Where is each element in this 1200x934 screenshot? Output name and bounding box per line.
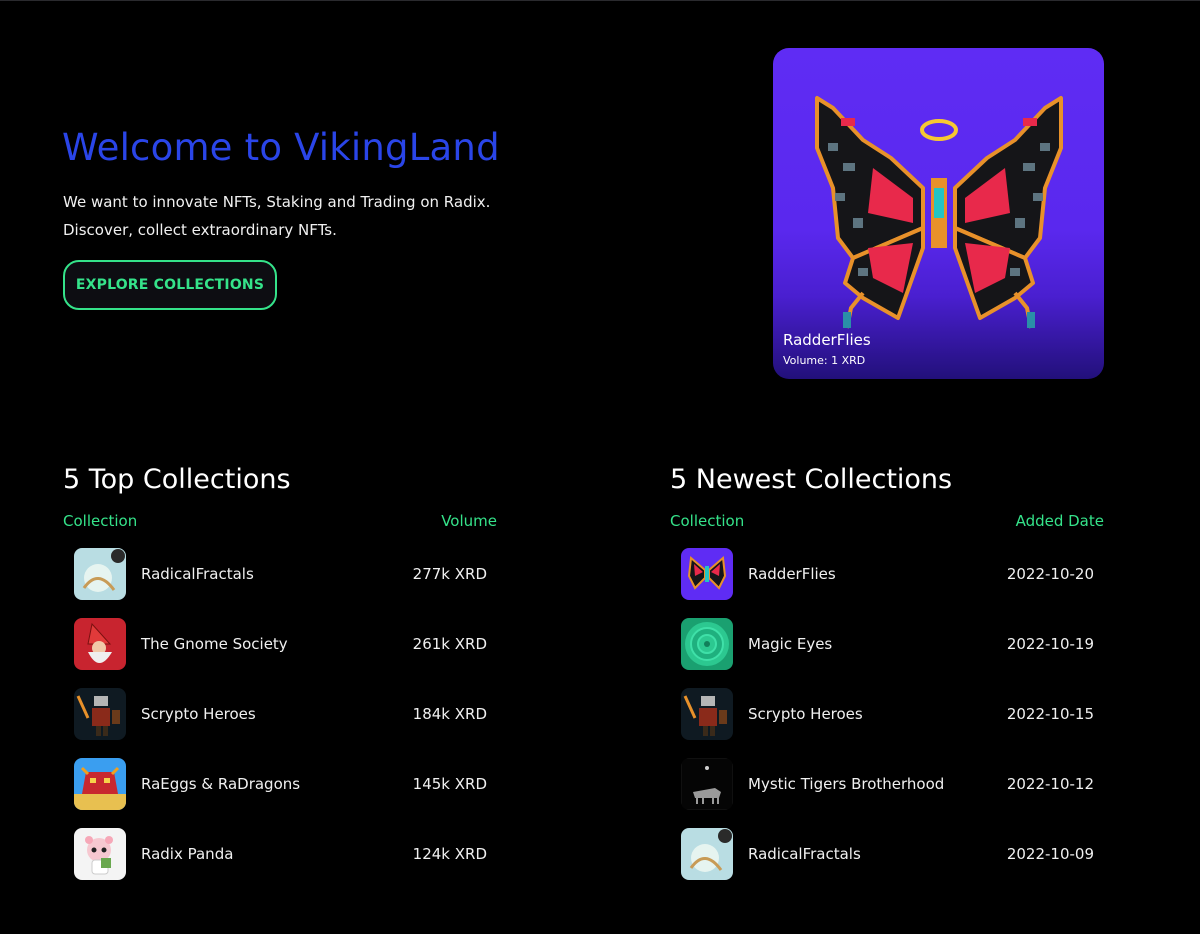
collection-name: Scrypto Heroes bbox=[141, 705, 256, 723]
featured-collection-card[interactable]: RadderFlies Volume: 1 XRD bbox=[773, 48, 1104, 379]
featured-collection-name: RadderFlies bbox=[783, 331, 871, 349]
top-collections-list: RadicalFractals 277k XRD The Gnome Socie… bbox=[63, 548, 497, 898]
featured-collection-volume: Volume: 1 XRD bbox=[783, 354, 866, 367]
magic-eye-thumbnail-icon bbox=[681, 618, 733, 670]
collection-added-date: 2022-10-15 bbox=[1006, 705, 1094, 723]
top-collection-row[interactable]: Radix Panda 124k XRD bbox=[63, 828, 497, 898]
newest-collection-row[interactable]: RadderFlies 2022-10-20 bbox=[670, 548, 1104, 618]
collection-name: Radix Panda bbox=[141, 845, 234, 863]
newest-header-added-date: Added Date bbox=[1015, 512, 1104, 530]
collection-name: Mystic Tigers Brotherhood bbox=[748, 775, 945, 793]
top-collection-row[interactable]: The Gnome Society 261k XRD bbox=[63, 618, 497, 688]
gnome-thumbnail-icon bbox=[74, 618, 126, 670]
viking-hero-thumbnail-icon bbox=[74, 688, 126, 740]
collection-name: RadderFlies bbox=[748, 565, 836, 583]
newest-collections-section: 5 Newest Collections Collection Added Da… bbox=[670, 462, 1104, 880]
top-collection-row[interactable]: RadicalFractals 277k XRD bbox=[63, 548, 497, 618]
panda-thumbnail-icon bbox=[74, 828, 126, 880]
newest-collections-title: 5 Newest Collections bbox=[670, 464, 953, 495]
hero-description: We want to innovate NFTs, Staking and Tr… bbox=[63, 188, 490, 244]
top-collections-title: 5 Top Collections bbox=[63, 464, 291, 495]
explore-collections-button[interactable]: EXPLORE COLLECTIONS bbox=[63, 260, 277, 310]
butterfly-thumbnail-icon bbox=[681, 548, 733, 600]
top-collections-section: 5 Top Collections Collection Volume Radi… bbox=[63, 462, 497, 880]
collection-name: RaEggs & RaDragons bbox=[141, 775, 301, 793]
collection-volume: 124k XRD bbox=[412, 845, 487, 863]
top-border bbox=[0, 0, 1200, 1]
newest-collection-row[interactable]: Magic Eyes 2022-10-19 bbox=[670, 618, 1104, 688]
viking-hero-thumbnail-icon bbox=[681, 688, 733, 740]
collection-added-date: 2022-10-19 bbox=[1006, 635, 1094, 653]
newest-collections-list: RadderFlies 2022-10-20 Magic Eyes 2022-1… bbox=[670, 548, 1104, 898]
collection-volume: 261k XRD bbox=[412, 635, 487, 653]
pixel-butterfly-icon bbox=[815, 96, 1063, 329]
newest-collection-row[interactable]: Scrypto Heroes 2022-10-15 bbox=[670, 688, 1104, 758]
hero-line-1: We want to innovate NFTs, Staking and Tr… bbox=[63, 193, 491, 211]
newest-collection-row[interactable]: RadicalFractals 2022-10-09 bbox=[670, 828, 1104, 898]
collection-volume: 277k XRD bbox=[412, 565, 487, 583]
collection-name: RadicalFractals bbox=[748, 845, 861, 863]
collection-volume: 145k XRD bbox=[412, 775, 487, 793]
collection-volume: 184k XRD bbox=[412, 705, 487, 723]
collection-name: Scrypto Heroes bbox=[748, 705, 863, 723]
fractal-thumbnail-icon bbox=[74, 548, 126, 600]
newest-collection-row[interactable]: Mystic Tigers Brotherhood 2022-10-12 bbox=[670, 758, 1104, 828]
hero-line-2: Discover, collect extraordinary NFTs. bbox=[63, 221, 337, 239]
collection-name: Magic Eyes bbox=[748, 635, 833, 653]
top-header-volume: Volume bbox=[441, 512, 497, 530]
collection-name: The Gnome Society bbox=[141, 635, 288, 653]
fractal-thumbnail-icon bbox=[681, 828, 733, 880]
dragon-thumbnail-icon bbox=[74, 758, 126, 810]
collection-added-date: 2022-10-12 bbox=[1006, 775, 1094, 793]
collection-added-date: 2022-10-09 bbox=[1006, 845, 1094, 863]
tiger-thumbnail-icon bbox=[681, 758, 733, 810]
hero-title: Welcome to VikingLand bbox=[62, 126, 500, 169]
top-header-collection: Collection bbox=[63, 512, 138, 530]
newest-header-collection: Collection bbox=[670, 512, 745, 530]
collection-name: RadicalFractals bbox=[141, 565, 254, 583]
collection-added-date: 2022-10-20 bbox=[1006, 565, 1094, 583]
top-collection-row[interactable]: Scrypto Heroes 184k XRD bbox=[63, 688, 497, 758]
top-collection-row[interactable]: RaEggs & RaDragons 145k XRD bbox=[63, 758, 497, 828]
